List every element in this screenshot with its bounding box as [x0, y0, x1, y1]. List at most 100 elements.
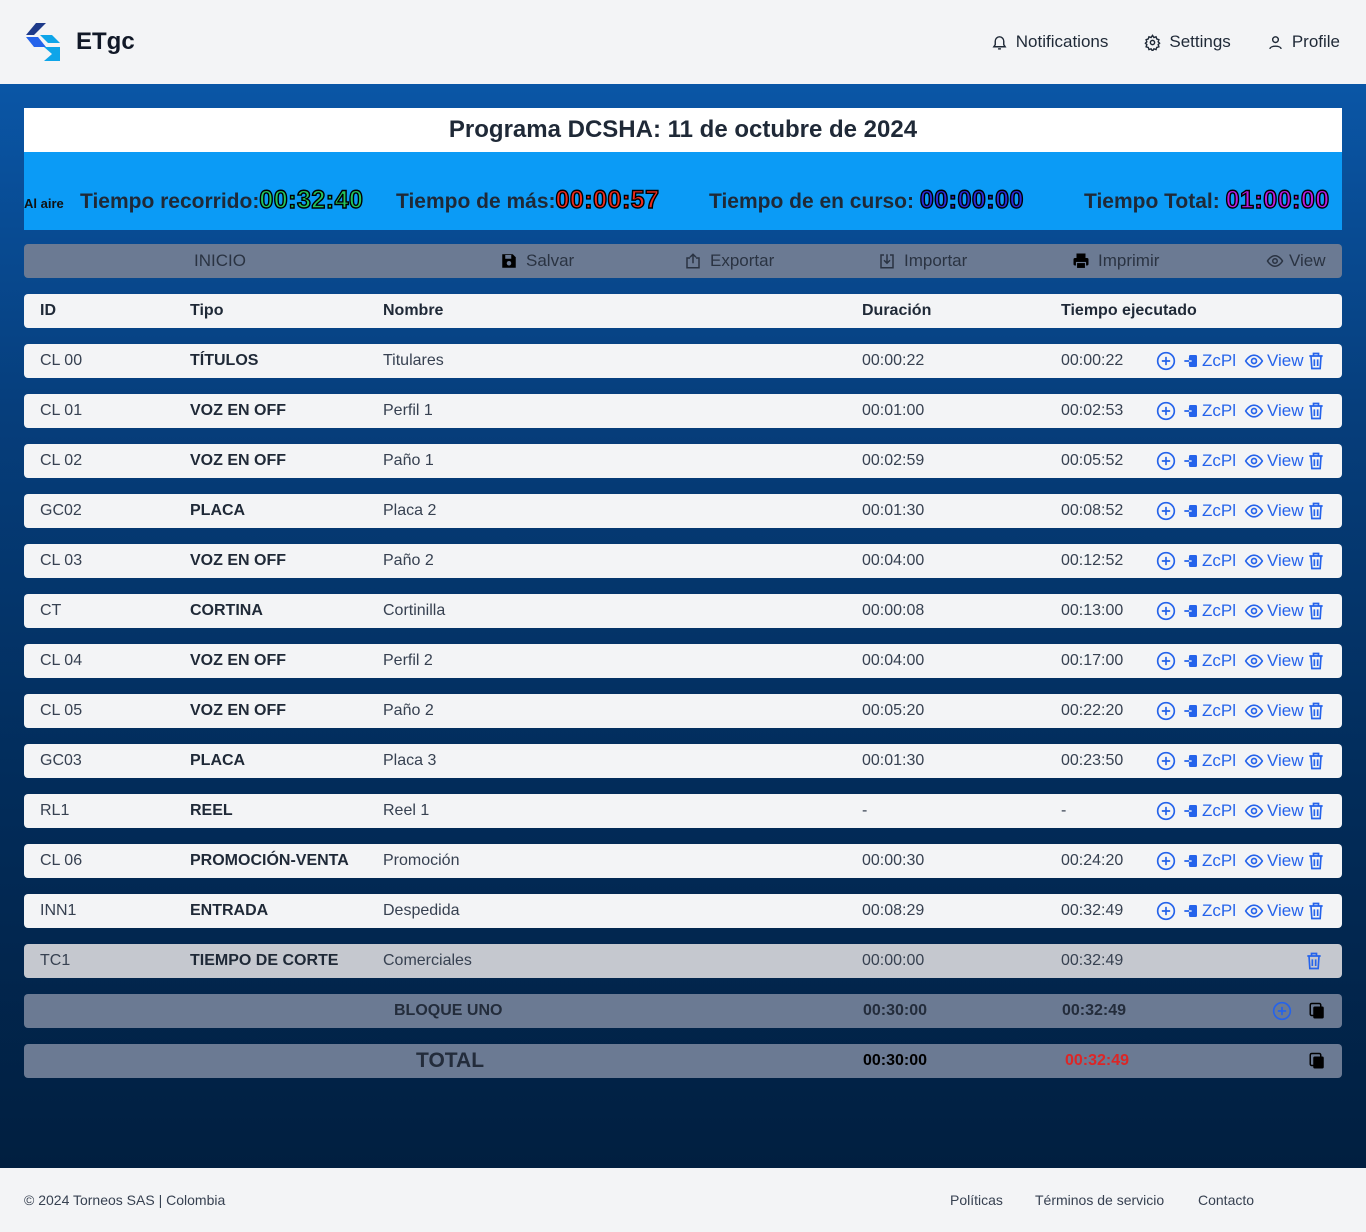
plus-circle-icon	[1156, 601, 1176, 621]
add-button[interactable]	[1156, 651, 1176, 671]
delete-button[interactable]	[1306, 401, 1326, 421]
row-view-button[interactable]: View	[1244, 351, 1304, 371]
row-actions: ZcPl View	[1156, 744, 1326, 778]
total-copy-button[interactable]	[1308, 1052, 1326, 1075]
floppy-disk-icon	[502, 254, 516, 268]
zcpl-button[interactable]: ZcPl	[1183, 451, 1236, 471]
cell-duracion: 00:08:29	[862, 902, 925, 919]
importar-button[interactable]: Importar	[878, 244, 967, 278]
profile-link[interactable]: Profile	[1267, 32, 1340, 52]
cell-ejecutado: 00:23:50	[1061, 752, 1124, 769]
zcpl-button[interactable]: ZcPl	[1183, 551, 1236, 571]
cell-duracion: 00:04:00	[862, 552, 925, 569]
add-button[interactable]	[1156, 351, 1176, 371]
row-view-label: View	[1267, 801, 1304, 820]
delete-button[interactable]	[1306, 801, 1326, 821]
exportar-button[interactable]: Exportar	[684, 244, 774, 278]
delete-button[interactable]	[1306, 501, 1326, 521]
tiempo-en-curso-label: Tiempo de en curso:	[709, 190, 914, 213]
add-button[interactable]	[1156, 601, 1176, 621]
view-button[interactable]: View	[1266, 244, 1326, 278]
delete-button[interactable]	[1306, 901, 1326, 921]
zcpl-button[interactable]: ZcPl	[1183, 501, 1236, 521]
zcpl-button[interactable]: ZcPl	[1183, 851, 1236, 871]
zcpl-button[interactable]: ZcPl	[1183, 401, 1236, 421]
salvar-button[interactable]: Salvar	[500, 244, 574, 278]
plus-circle-icon	[1156, 501, 1176, 521]
add-button[interactable]	[1156, 801, 1176, 821]
add-button[interactable]	[1156, 751, 1176, 771]
delete-button[interactable]	[1306, 601, 1326, 621]
cell-nombre: Placa 2	[383, 502, 437, 519]
row-view-button[interactable]: View	[1244, 501, 1304, 521]
add-button[interactable]	[1156, 851, 1176, 871]
footer: © 2024 Torneos SAS | Colombia Políticas …	[0, 1168, 1366, 1232]
block-copy-button[interactable]	[1308, 1002, 1326, 1025]
tiempo-total: Tiempo Total: 01:00:00	[1084, 185, 1330, 215]
row-view-button[interactable]: View	[1244, 751, 1304, 771]
terminos-link[interactable]: Términos de servicio	[1035, 1192, 1164, 1208]
zcpl-button[interactable]: ZcPl	[1183, 801, 1236, 821]
delete-button[interactable]	[1306, 751, 1326, 771]
politicas-link[interactable]: Políticas	[950, 1192, 1003, 1208]
add-button[interactable]	[1156, 701, 1176, 721]
cell-duracion: 00:01:30	[862, 752, 925, 769]
row-view-button[interactable]: View	[1244, 651, 1304, 671]
delete-button[interactable]	[1304, 951, 1324, 971]
zcpl-button[interactable]: ZcPl	[1183, 701, 1236, 721]
add-button[interactable]	[1156, 551, 1176, 571]
row-view-button[interactable]: View	[1244, 401, 1304, 421]
trash-icon	[1308, 702, 1323, 720]
header-ejecutado: Tiempo ejecutado	[1061, 302, 1197, 319]
settings-link[interactable]: Settings	[1144, 32, 1231, 52]
zcpl-button[interactable]: ZcPl	[1183, 751, 1236, 771]
imprimir-button[interactable]: Imprimir	[1072, 244, 1159, 278]
row-view-button[interactable]: View	[1244, 451, 1304, 471]
zcpl-label: ZcPl	[1202, 851, 1236, 870]
zcpl-button[interactable]: ZcPl	[1183, 651, 1236, 671]
delete-button[interactable]	[1306, 851, 1326, 871]
block-duracion: 00:30:00	[863, 1002, 928, 1019]
add-button[interactable]	[1156, 451, 1176, 471]
notifications-link[interactable]: Notifications	[991, 32, 1108, 52]
zcpl-button[interactable]: ZcPl	[1183, 601, 1236, 621]
delete-button[interactable]	[1306, 451, 1326, 471]
tiempo-recorrido: Tiempo recorrido:00:32:40	[80, 185, 364, 215]
inicio-label: INICIO	[194, 251, 246, 270]
add-button[interactable]	[1156, 401, 1176, 421]
zcpl-button[interactable]: ZcPl	[1183, 901, 1236, 921]
al-aire-label: Al aire	[24, 196, 64, 211]
row-view-button[interactable]: View	[1244, 601, 1304, 621]
header-id: ID	[40, 302, 56, 319]
contacto-link[interactable]: Contacto	[1198, 1192, 1254, 1208]
delete-button[interactable]	[1306, 551, 1326, 571]
main-area: Programa DCSHA: 11 de octubre de 2024 Al…	[0, 84, 1366, 1168]
row-view-label: View	[1267, 901, 1304, 920]
row-view-button[interactable]: View	[1244, 901, 1304, 921]
add-button[interactable]	[1156, 501, 1176, 521]
eye-icon	[1244, 854, 1264, 868]
etgc-logo-icon[interactable]	[26, 23, 60, 61]
eye-icon	[1244, 454, 1264, 468]
row-actions: ZcPl View	[1156, 544, 1326, 578]
row-view-button[interactable]: View	[1244, 851, 1304, 871]
cell-duracion: 00:00:22	[862, 352, 925, 369]
zcpl-button[interactable]: ZcPl	[1183, 351, 1236, 371]
cell-id: CL 06	[40, 852, 83, 869]
cell-ejecutado: 00:02:53	[1061, 402, 1124, 419]
row-view-button[interactable]: View	[1244, 551, 1304, 571]
table-row: CT CORTINA Cortinilla 00:00:08 00:13:00 ZcPl V…	[24, 594, 1342, 628]
delete-button[interactable]	[1306, 651, 1326, 671]
sign-in-icon	[1184, 755, 1197, 767]
inicio-button[interactable]: INICIO	[194, 244, 246, 278]
delete-button[interactable]	[1306, 701, 1326, 721]
plus-circle-icon	[1156, 651, 1176, 671]
row-view-label: View	[1267, 551, 1304, 570]
add-button[interactable]	[1156, 901, 1176, 921]
row-view-button[interactable]: View	[1244, 701, 1304, 721]
block-add-button[interactable]	[1272, 1001, 1292, 1026]
import-icon	[880, 254, 894, 269]
row-view-button[interactable]: View	[1244, 801, 1304, 821]
cell-tipo: CORTINA	[190, 602, 263, 619]
delete-button[interactable]	[1306, 351, 1326, 371]
